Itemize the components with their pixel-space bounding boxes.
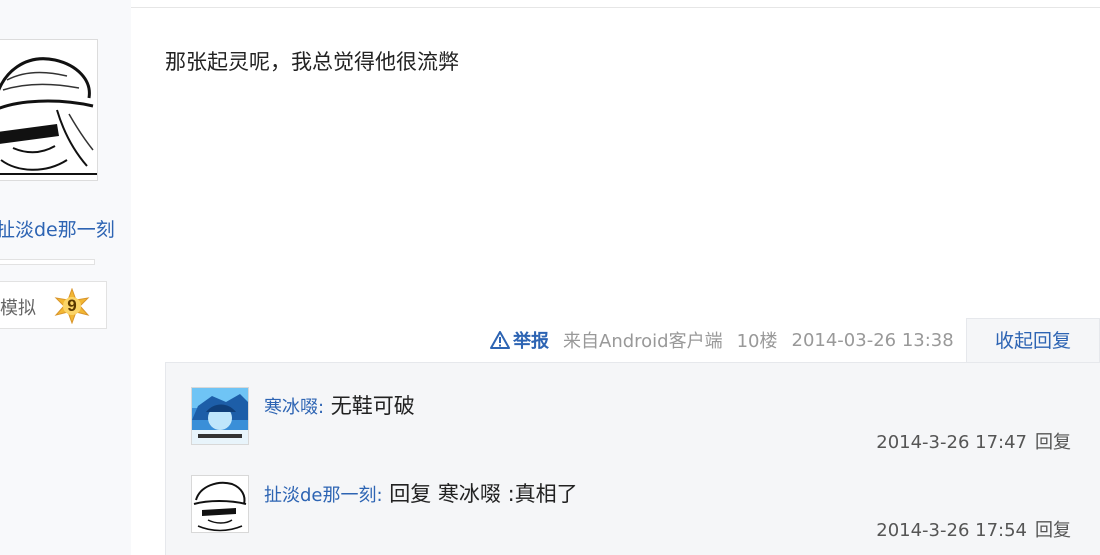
reply-avatar[interactable] [191, 475, 249, 533]
level-star-icon: 9 [54, 287, 90, 325]
post-tail: 举报 来自Android客户端 10楼 2014-03-26 13:38 [490, 325, 954, 355]
report-label: 举报 [513, 331, 549, 352]
experience-progress-bar [0, 259, 95, 265]
report-button[interactable]: 举报 [490, 327, 549, 353]
level-number: 9 [67, 296, 77, 315]
reply-item: 寒冰啜: 无鞋可破 2014-3-26 17:47 回复 [191, 387, 1071, 467]
author-name-link[interactable]: 扯淡de那一刻 [0, 215, 115, 242]
straw-hat-avatar-icon [192, 476, 248, 532]
level-badge-box[interactable]: 模拟 9 [0, 281, 107, 329]
author-avatar[interactable] [0, 39, 98, 181]
reply-line: 扯淡de那一刻: 回复 寒冰啜 :真相了 [264, 478, 578, 508]
straw-hat-avatar-icon [0, 40, 97, 180]
post-floor: 10楼 [736, 331, 778, 352]
reply-avatar[interactable] [191, 387, 249, 445]
author-sidebar: 扯淡de那一刻 模拟 9 [0, 0, 131, 555]
post-source: 来自Android客户端 [563, 331, 723, 352]
reply-username[interactable]: 寒冰啜 [264, 397, 318, 418]
reply-time: 2014-3-26 17:54 [876, 520, 1027, 541]
reply-button[interactable]: 回复 [1035, 520, 1071, 541]
reply-meta: 2014-3-26 17:47 回复 [876, 428, 1071, 454]
post-time: 2014-03-26 13:38 [791, 329, 954, 351]
anime-avatar-icon [192, 388, 248, 444]
reply-line: 寒冰啜: 无鞋可破 [264, 390, 415, 420]
reply-time: 2014-3-26 17:47 [876, 432, 1027, 453]
level-name: 模拟 [0, 298, 36, 319]
top-divider [131, 7, 1100, 8]
reply-text: 回复 寒冰啜 :真相了 [382, 482, 578, 506]
warning-icon [490, 331, 510, 349]
reply-meta: 2014-3-26 17:54 回复 [876, 516, 1071, 542]
post-content: 那张起灵呢，我总觉得他很流弊 [165, 50, 459, 74]
collapse-replies-button[interactable]: 收起回复 [966, 318, 1100, 363]
reply-username[interactable]: 扯淡de那一刻 [264, 485, 377, 506]
reply-text: 无鞋可破 [324, 394, 415, 418]
reply-item: 扯淡de那一刻: 回复 寒冰啜 :真相了 2014-3-26 17:54 回复 [191, 475, 1071, 555]
reply-button[interactable]: 回复 [1035, 432, 1071, 453]
reply-list: 寒冰啜: 无鞋可破 2014-3-26 17:47 回复 扯淡de那一刻: 回复 … [165, 362, 1100, 555]
